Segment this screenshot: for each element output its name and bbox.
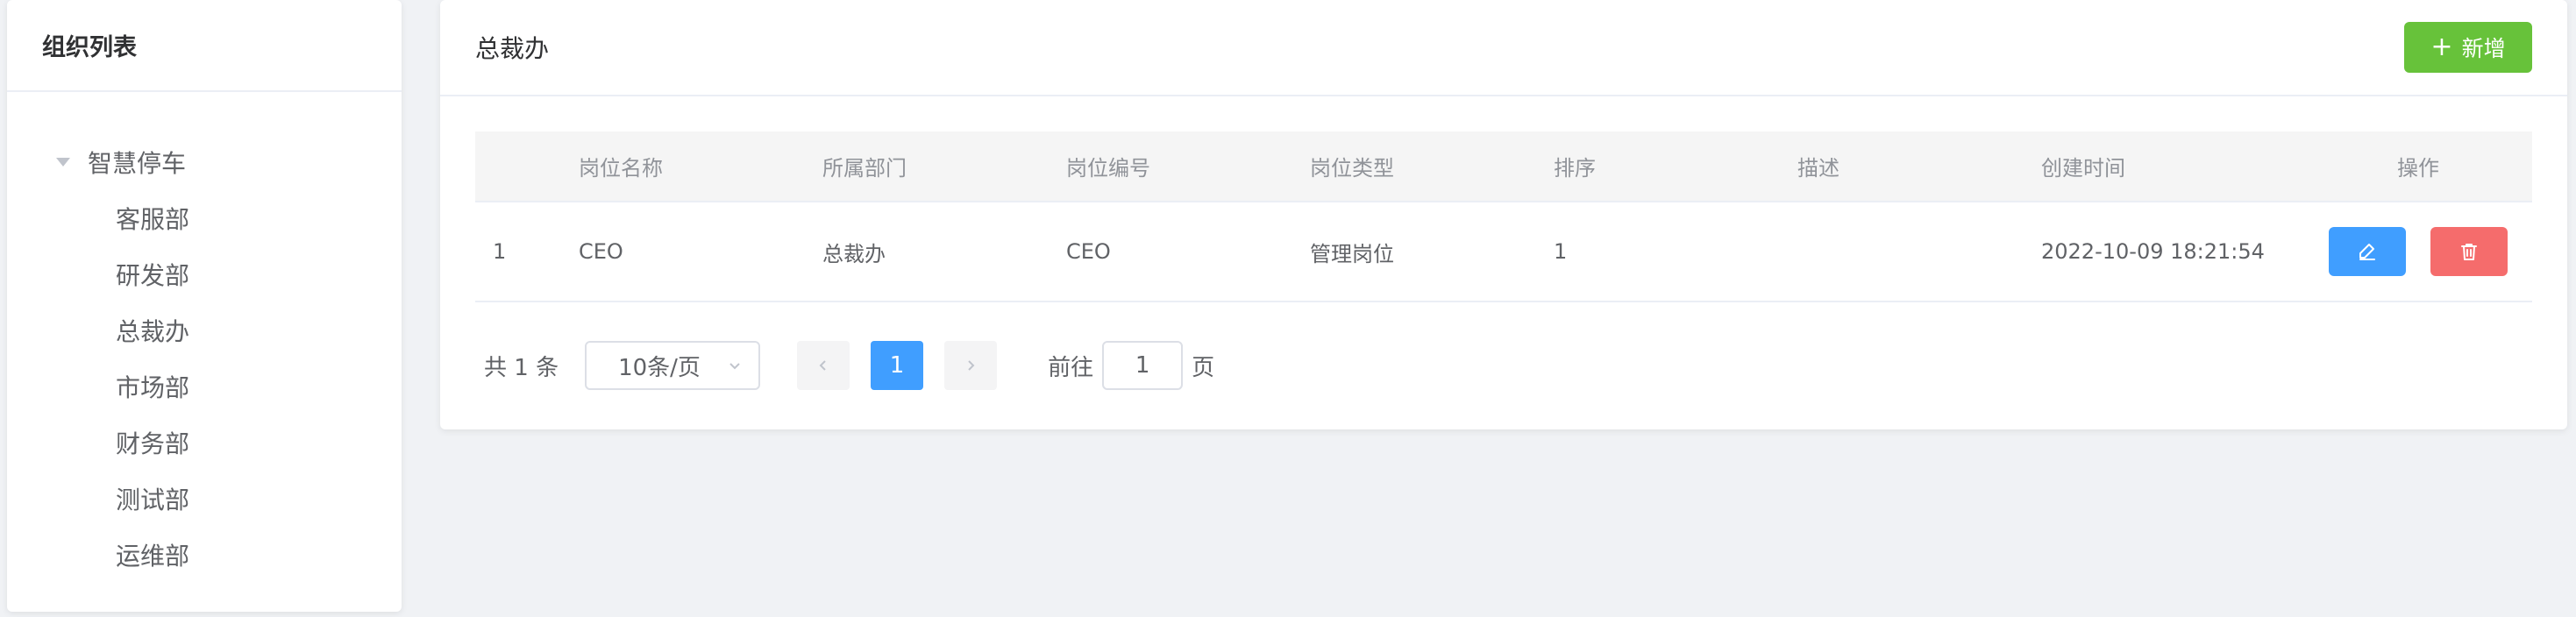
page-unit-label: 页: [1192, 354, 1215, 381]
cell-index: 1: [475, 202, 579, 302]
cell-department: 总裁办: [822, 202, 1066, 302]
trash-icon: [2461, 244, 2477, 260]
chevron-down-icon: [729, 363, 740, 370]
header-department: 所属部门: [822, 131, 1066, 202]
add-button[interactable]: + 新增: [2404, 22, 2532, 73]
header-actions: 操作: [2304, 131, 2532, 202]
table-row: 1 CEO 总裁办 CEO 管理岗位 1 2022-10-09 18:21:54: [475, 202, 2532, 302]
pagination: 共 1 条 10条/页 1 前往 页: [484, 340, 1214, 391]
prev-page-button[interactable]: [797, 341, 850, 390]
tree-node-ceshi[interactable]: 测试部: [7, 471, 402, 527]
header-index: [475, 131, 579, 202]
cell-position-code: CEO: [1066, 202, 1310, 302]
org-sidebar: 组织列表 智慧停车 客服部 研发部 总裁办 市场部 财务部 测试部 运维部: [7, 0, 402, 612]
plus-icon: +: [2430, 32, 2453, 62]
delete-button[interactable]: [2430, 227, 2508, 276]
sidebar-header: 组织列表: [7, 0, 402, 92]
tree-node-shichang[interactable]: 市场部: [7, 358, 402, 415]
tree-node-caiwu[interactable]: 财务部: [7, 415, 402, 471]
total-count: 共 1 条: [484, 354, 559, 381]
row-actions: [2304, 227, 2532, 276]
add-button-label: 新增: [2461, 36, 2506, 61]
page-title: 总裁办: [475, 34, 550, 63]
tree-node-zongcai[interactable]: 总裁办: [7, 302, 402, 358]
tree-node-root[interactable]: 智慧停车: [7, 134, 402, 190]
chevron-right-icon: [968, 360, 975, 371]
tree-node-label: 智慧停车: [88, 149, 187, 178]
edit-button[interactable]: [2329, 227, 2406, 276]
caret-down-icon[interactable]: [56, 158, 70, 167]
header-created-time: 创建时间: [2041, 131, 2304, 202]
tree-node-yanfa[interactable]: 研发部: [7, 246, 402, 302]
header-position-type: 岗位类型: [1310, 131, 1554, 202]
cell-position-type: 管理岗位: [1310, 202, 1554, 302]
table-header-row: 岗位名称 所属部门 岗位编号 岗位类型 排序 描述 创建时间 操作: [475, 131, 2532, 202]
position-table: 岗位名称 所属部门 岗位编号 岗位类型 排序 描述 创建时间 操作 1 CEO …: [475, 131, 2532, 302]
page-number-current[interactable]: 1: [871, 341, 924, 390]
page-size-value: 10条/页: [618, 354, 701, 381]
header-position-code: 岗位编号: [1066, 131, 1310, 202]
cell-created-time: 2022-10-09 18:21:54: [2041, 202, 2304, 302]
cell-description: [1797, 202, 2041, 302]
header-position-name: 岗位名称: [579, 131, 822, 202]
main-header: 总裁办 + 新增: [440, 0, 2567, 96]
page-size-select[interactable]: 10条/页: [585, 341, 761, 390]
edit-icon: [2359, 244, 2375, 260]
position-table-wrapper: 岗位名称 所属部门 岗位编号 岗位类型 排序 描述 创建时间 操作 1 CEO …: [475, 131, 2532, 302]
main-panel: 总裁办 + 新增 岗位名称 所属部门 岗位编号 岗位类型 排序 描述 创建时间 …: [440, 0, 2567, 429]
org-tree: 智慧停车 客服部 研发部 总裁办 市场部 财务部 测试部 运维部: [7, 92, 402, 583]
header-description: 描述: [1797, 131, 2041, 202]
next-page-button[interactable]: [944, 341, 998, 390]
goto-page-input[interactable]: [1102, 341, 1184, 390]
tree-node-yunwei[interactable]: 运维部: [7, 527, 402, 583]
cell-sort: 1: [1554, 202, 1797, 302]
cell-actions: [2304, 202, 2532, 302]
cell-position-name: CEO: [579, 202, 822, 302]
sidebar-title: 组织列表: [42, 34, 137, 61]
chevron-left-icon: [819, 360, 826, 371]
goto-label: 前往: [1048, 354, 1094, 381]
header-sort: 排序: [1554, 131, 1797, 202]
tree-node-kefu[interactable]: 客服部: [7, 190, 402, 246]
